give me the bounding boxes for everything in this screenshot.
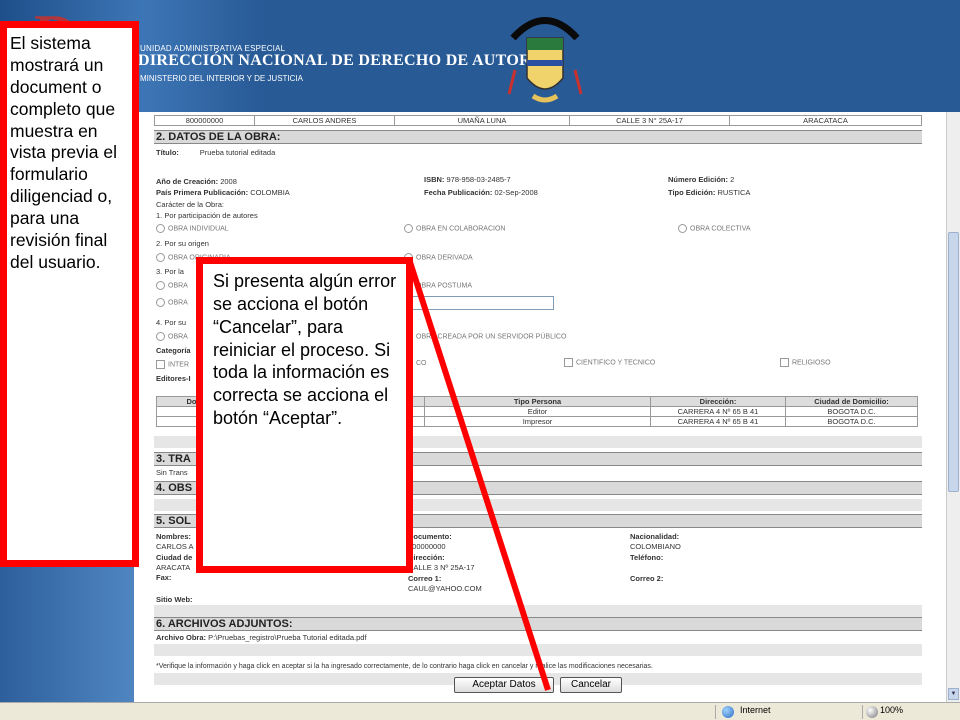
callout-center: Si presenta algún error se acciona el bo… xyxy=(196,257,413,573)
callout-left-text: El sistema mostrará un document o comple… xyxy=(10,33,117,272)
pointer-line xyxy=(407,261,551,691)
callout-pointer-line xyxy=(407,261,551,691)
callout-left: El sistema mostrará un document o comple… xyxy=(0,21,139,567)
callout-center-text: Si presenta algún error se acciona el bo… xyxy=(213,271,397,429)
